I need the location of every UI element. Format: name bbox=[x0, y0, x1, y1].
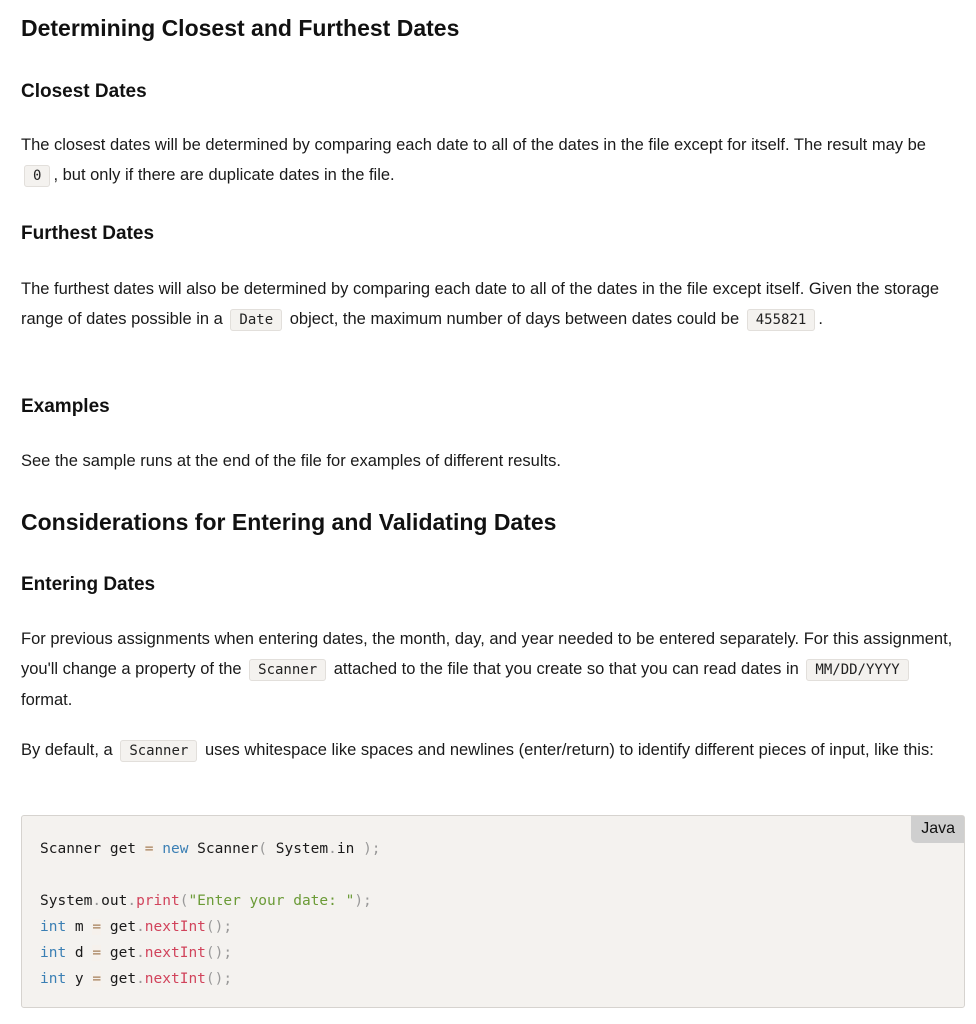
code-token-fn: print bbox=[136, 893, 180, 909]
code-token-plain: m bbox=[66, 919, 93, 935]
code-token-plain: y bbox=[66, 971, 93, 987]
code-token-str: "Enter your date: " bbox=[188, 893, 355, 909]
code-token-plain: get bbox=[101, 971, 137, 987]
code-token-fn: nextInt bbox=[144, 919, 206, 935]
text: object, the maximum number of days betwe… bbox=[289, 310, 740, 328]
code-token-op: = bbox=[92, 945, 102, 961]
code-token-plain: get bbox=[101, 919, 137, 935]
text: By default, a bbox=[21, 741, 113, 759]
language-label: Java bbox=[911, 816, 964, 843]
scanner-default-paragraph: By default, a Scanner uses whitespace li… bbox=[21, 735, 965, 766]
heading-considerations: Considerations for Entering and Validati… bbox=[21, 509, 557, 535]
code-token-plain: d bbox=[66, 945, 93, 961]
code-token-plain: System bbox=[40, 893, 93, 909]
code-token-plain: out bbox=[101, 893, 128, 909]
code-token-punc: . bbox=[136, 919, 145, 935]
inline-code-date: Date bbox=[230, 309, 283, 331]
text: uses whitespace like spaces and newlines… bbox=[204, 741, 934, 759]
code-token-kw: int bbox=[40, 971, 67, 987]
heading-entering-dates: Entering Dates bbox=[21, 574, 156, 595]
inline-code-scanner-2: Scanner bbox=[120, 740, 198, 762]
inline-code-scanner: Scanner bbox=[249, 659, 327, 681]
code-block: Java Scanner get = new Scanner( System.i… bbox=[21, 815, 965, 1008]
code-line: int m = get.nextInt(); bbox=[40, 914, 381, 940]
text: , but only if there are duplicate dates … bbox=[53, 166, 395, 184]
code-token-kw: int bbox=[40, 945, 67, 961]
heading-furthest-dates: Furthest Dates bbox=[21, 223, 155, 244]
code-token-punc: (); bbox=[205, 945, 233, 961]
code-token-plain: Scanner bbox=[188, 841, 259, 857]
code-line: System.out.print("Enter your date: "); bbox=[40, 888, 381, 914]
code-token-punc: ); bbox=[363, 841, 381, 857]
code-line: int d = get.nextInt(); bbox=[40, 940, 381, 966]
examples-paragraph: See the sample runs at the end of the fi… bbox=[21, 452, 561, 470]
code-token-punc: (); bbox=[205, 971, 233, 987]
entering-dates-paragraph: For previous assignments when entering d… bbox=[21, 624, 965, 715]
inline-code-max-days: 455821 bbox=[746, 309, 816, 331]
text: attached to the file that you create so … bbox=[333, 660, 799, 678]
code-token-punc: . bbox=[127, 893, 137, 909]
heading-closest-dates: Closest Dates bbox=[21, 81, 147, 102]
heading-closest-furthest: Determining Closest and Furthest Dates bbox=[21, 15, 460, 41]
text: format. bbox=[21, 691, 73, 709]
closest-dates-paragraph: The closest dates will be determined by … bbox=[21, 130, 965, 191]
code-line: int y = get.nextInt(); bbox=[40, 966, 381, 992]
code-token-punc: . bbox=[92, 893, 102, 909]
code-token-fn: nextInt bbox=[144, 971, 206, 987]
code-token-op: = bbox=[144, 841, 154, 857]
code-token-kw: new bbox=[162, 841, 189, 857]
heading-examples: Examples bbox=[21, 396, 110, 417]
inline-code-date-format: MM/DD/YYYY bbox=[806, 659, 909, 681]
code-token-punc: ); bbox=[354, 893, 372, 909]
text: . bbox=[818, 310, 823, 328]
code-token-op: = bbox=[92, 919, 102, 935]
code-token-punc: (); bbox=[205, 919, 233, 935]
inline-code-zero: 0 bbox=[24, 165, 51, 187]
code-token-punc: . bbox=[136, 971, 145, 987]
code-token-kw: int bbox=[40, 919, 67, 935]
code-token-punc: . bbox=[328, 841, 337, 857]
code-token-punc: . bbox=[136, 945, 145, 961]
code-content: Scanner get = new Scanner( System.in ); S… bbox=[40, 836, 381, 992]
text: The closest dates will be determined by … bbox=[21, 136, 926, 154]
code-token-plain: System bbox=[267, 841, 329, 857]
code-line: Scanner get = new Scanner( System.in ); bbox=[40, 836, 381, 862]
furthest-dates-paragraph: The furthest dates will also be determin… bbox=[21, 274, 965, 335]
code-token-fn: nextInt bbox=[144, 945, 206, 961]
code-token-plain: get bbox=[101, 945, 137, 961]
code-token-punc: ( bbox=[258, 841, 268, 857]
code-token-op: = bbox=[92, 971, 102, 987]
code-token-plain: Scanner get bbox=[40, 841, 145, 857]
code-token-plain: in bbox=[336, 841, 364, 857]
